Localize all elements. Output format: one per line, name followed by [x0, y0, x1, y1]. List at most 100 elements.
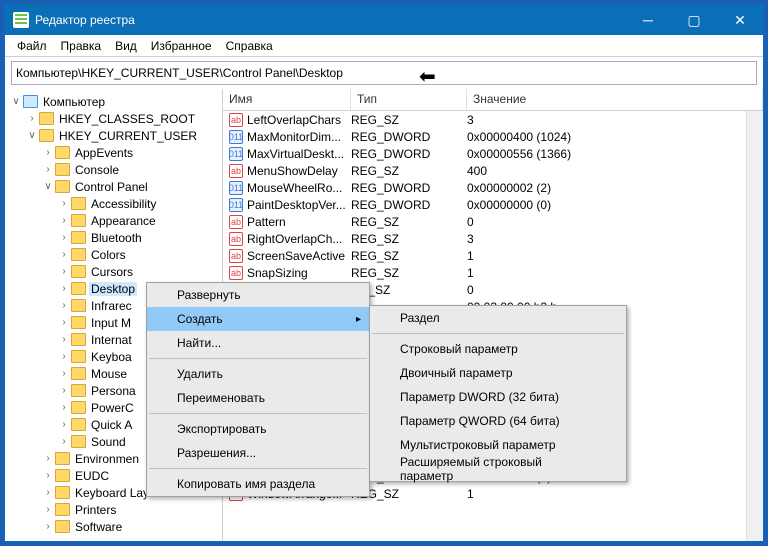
value-row[interactable]: ab LeftOverlapChars REG_SZ 3: [223, 111, 763, 128]
expander-icon[interactable]: ›: [57, 351, 71, 362]
separator: [149, 468, 367, 469]
tree-item[interactable]: › Printers: [5, 501, 222, 518]
expander-icon[interactable]: ›: [57, 385, 71, 396]
expander-icon[interactable]: ›: [57, 198, 71, 209]
menu-file[interactable]: Файл: [11, 37, 53, 55]
value-row[interactable]: 011 MaxVirtualDeskt... REG_DWORD 0x00000…: [223, 145, 763, 162]
tree-item[interactable]: › Accessibility: [5, 195, 222, 212]
expander-icon[interactable]: ›: [41, 504, 55, 515]
value-row[interactable]: ab Pattern REG_SZ 0: [223, 213, 763, 230]
value-data: 1: [467, 266, 763, 280]
expander-icon[interactable]: ›: [41, 453, 55, 464]
maximize-button[interactable]: ▢: [671, 5, 717, 35]
context-menu-main[interactable]: Развернуть Создать Найти... Удалить Пере…: [146, 282, 370, 497]
value-data: 400: [467, 164, 763, 178]
expander-icon[interactable]: ∨: [41, 181, 55, 192]
expander-icon[interactable]: ›: [57, 215, 71, 226]
expander-icon[interactable]: ›: [25, 113, 39, 124]
tree-label: Software: [73, 520, 124, 534]
ctx-new-string[interactable]: Строковый параметр: [370, 337, 626, 361]
folder-icon: [55, 469, 70, 482]
ctx-new-binary[interactable]: Двоичный параметр: [370, 361, 626, 385]
ctx-permissions[interactable]: Разрешения...: [147, 441, 369, 465]
app-icon: [13, 12, 29, 28]
expander-icon[interactable]: ›: [57, 249, 71, 260]
vertical-scrollbar[interactable]: [746, 111, 763, 541]
expander-icon[interactable]: ›: [57, 266, 71, 277]
value-row[interactable]: ab SnapSizing REG_SZ 1: [223, 264, 763, 281]
tree-item[interactable]: ∨ Компьютер: [5, 93, 222, 110]
folder-icon: [71, 367, 86, 380]
expander-icon[interactable]: ›: [57, 317, 71, 328]
expander-icon[interactable]: ›: [57, 402, 71, 413]
value-name: ScreenSaveActive: [247, 249, 351, 263]
expander-icon[interactable]: ›: [57, 232, 71, 243]
ctx-new-key[interactable]: Раздел: [370, 306, 626, 330]
expander-icon[interactable]: ›: [41, 470, 55, 481]
titlebar[interactable]: Редактор реестра ─ ▢ ✕: [5, 5, 763, 35]
ctx-new-expand[interactable]: Расширяемый строковый параметр: [370, 457, 626, 481]
column-headers[interactable]: Имя Тип Значение: [223, 89, 763, 111]
expander-icon[interactable]: ›: [57, 436, 71, 447]
expander-icon[interactable]: ›: [57, 419, 71, 430]
value-row[interactable]: ab MenuShowDelay REG_SZ 400: [223, 162, 763, 179]
tree-item[interactable]: › Appearance: [5, 212, 222, 229]
expander-icon[interactable]: ›: [41, 487, 55, 498]
col-type[interactable]: Тип: [351, 89, 467, 110]
value-row[interactable]: ab RightOverlapCh... REG_SZ 3: [223, 230, 763, 247]
folder-icon: [71, 401, 86, 414]
expander-icon[interactable]: ∨: [25, 130, 39, 141]
tree-item[interactable]: › AppEvents: [5, 144, 222, 161]
expander-icon[interactable]: ›: [57, 283, 71, 294]
expander-icon[interactable]: ∨: [9, 96, 23, 107]
value-name: MaxVirtualDeskt...: [247, 147, 351, 161]
ctx-export[interactable]: Экспортировать: [147, 417, 369, 441]
menu-edit[interactable]: Правка: [55, 37, 108, 55]
expander-icon[interactable]: ›: [41, 147, 55, 158]
ctx-create[interactable]: Создать: [147, 307, 369, 331]
computer-icon: [23, 95, 38, 108]
value-row[interactable]: 011 PaintDesktopVer... REG_DWORD 0x00000…: [223, 196, 763, 213]
minimize-button[interactable]: ─: [625, 5, 671, 35]
menu-help[interactable]: Справка: [220, 37, 279, 55]
ctx-rename[interactable]: Переименовать: [147, 386, 369, 410]
expander-icon[interactable]: ›: [57, 368, 71, 379]
string-icon: ab: [229, 215, 243, 229]
tree-item[interactable]: › Bluetooth: [5, 229, 222, 246]
ctx-find[interactable]: Найти...: [147, 331, 369, 355]
tree-item[interactable]: › Colors: [5, 246, 222, 263]
ctx-new-qword[interactable]: Параметр QWORD (64 бита): [370, 409, 626, 433]
tree-item[interactable]: ∨ HKEY_CURRENT_USER: [5, 127, 222, 144]
ctx-delete[interactable]: Удалить: [147, 362, 369, 386]
value-name: MouseWheelRo...: [247, 181, 351, 195]
menu-view[interactable]: Вид: [109, 37, 143, 55]
tree-item[interactable]: ∨ Control Panel: [5, 178, 222, 195]
value-row[interactable]: 011 MouseWheelRo... REG_DWORD 0x00000002…: [223, 179, 763, 196]
expander-icon[interactable]: ›: [57, 300, 71, 311]
context-menu-create[interactable]: Раздел Строковый параметр Двоичный парам…: [369, 305, 627, 482]
value-type: REG_SZ: [351, 249, 467, 263]
address-bar[interactable]: Компьютер\HKEY_CURRENT_USER\Control Pane…: [11, 61, 757, 85]
value-name: LeftOverlapChars: [247, 113, 351, 127]
tree-item[interactable]: › Console: [5, 161, 222, 178]
value-row[interactable]: 011 MaxMonitorDim... REG_DWORD 0x0000040…: [223, 128, 763, 145]
folder-icon: [71, 265, 86, 278]
col-name[interactable]: Имя: [223, 89, 351, 110]
col-value[interactable]: Значение: [467, 89, 763, 110]
value-type: REG_SZ: [351, 215, 467, 229]
folder-icon: [71, 435, 86, 448]
ctx-expand[interactable]: Развернуть: [147, 283, 369, 307]
folder-icon: [71, 418, 86, 431]
ctx-new-multi[interactable]: Мультистроковый параметр: [370, 433, 626, 457]
tree-item[interactable]: › Software: [5, 518, 222, 535]
expander-icon[interactable]: ›: [57, 334, 71, 345]
expander-icon[interactable]: ›: [41, 521, 55, 532]
ctx-copy-name[interactable]: Копировать имя раздела: [147, 472, 369, 496]
value-row[interactable]: ab ScreenSaveActive REG_SZ 1: [223, 247, 763, 264]
ctx-new-dword[interactable]: Параметр DWORD (32 бита): [370, 385, 626, 409]
tree-item[interactable]: › Cursors: [5, 263, 222, 280]
expander-icon[interactable]: ›: [41, 164, 55, 175]
menu-fav[interactable]: Избранное: [145, 37, 218, 55]
close-button[interactable]: ✕: [717, 5, 763, 35]
tree-item[interactable]: › HKEY_CLASSES_ROOT: [5, 110, 222, 127]
